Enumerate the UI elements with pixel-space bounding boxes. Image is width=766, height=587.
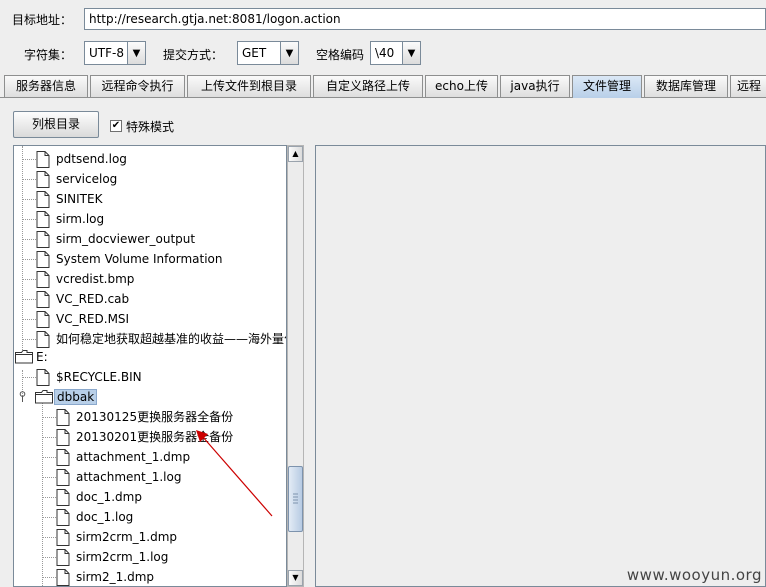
tab-remote[interactable]: 远程 [730, 75, 766, 97]
space-encoding-label: 空格编码 [316, 48, 365, 62]
file-icon [56, 469, 70, 486]
file-icon [56, 449, 70, 466]
url-input[interactable]: http://research.gtja.net:8081/logon.acti… [84, 8, 766, 30]
file-icon [56, 429, 70, 446]
tree-item-label: SINITEK [56, 192, 103, 206]
tree-item-label: 如何稳定地获取超越基准的收益——海外量化 [56, 332, 287, 346]
file-icon [36, 311, 50, 328]
file-icon [36, 231, 50, 248]
tree-item-label: sirm2crm_1.dmp [76, 530, 178, 544]
watermark: www.wooyun.org [626, 566, 762, 584]
space-encoding-select[interactable]: \40 ▼ [370, 41, 421, 65]
grip-icon [293, 493, 298, 504]
folder-icon [15, 350, 33, 364]
charset-value: UTF-8 [89, 46, 124, 60]
file-icon [56, 549, 70, 566]
special-mode-label: 特殊模式 [126, 120, 175, 134]
file-icon [56, 489, 70, 506]
tree-scrollbar[interactable]: ▲ ▼ [287, 145, 304, 587]
scroll-down-icon[interactable]: ▼ [288, 570, 303, 586]
method-select[interactable]: GET ▼ [237, 41, 299, 65]
file-icon [56, 529, 70, 546]
checkmark-icon: ✔ [111, 120, 121, 131]
tree-item[interactable]: 如何稳定地获取超越基准的收益——海外量化 [14, 329, 287, 349]
file-icon [36, 291, 50, 308]
tree-item-label: pdtsend.log [56, 152, 127, 166]
tree-item-label: sirm2_1.dmp [76, 570, 155, 584]
tree-item-label: dbbak [54, 389, 98, 405]
tree-item[interactable]: sirm2crm_1.dmp [14, 527, 286, 547]
chevron-down-icon[interactable]: ▼ [127, 42, 145, 64]
chevron-down-icon[interactable]: ▼ [402, 42, 420, 64]
file-tree[interactable]: pdtsend.log servicelog SINITEK sirm.log … [13, 145, 287, 587]
tree-item[interactable]: sirm2crm_1.log [14, 547, 286, 567]
tree-item-label: vcredist.bmp [56, 272, 135, 286]
tree-item-label: sirm.log [56, 212, 105, 226]
charset-label: 字符集： [24, 48, 73, 62]
tree-item[interactable]: VC_RED.MSI [14, 309, 286, 329]
tree-item-label: VC_RED.cab [56, 292, 130, 306]
tree-item[interactable]: VC_RED.cab [14, 289, 286, 309]
file-content-panel[interactable] [315, 145, 766, 587]
tree-item-label: doc_1.dmp [76, 490, 142, 504]
file-icon [36, 191, 50, 208]
tree-item[interactable]: vcredist.bmp [14, 269, 286, 289]
tab-java-exec[interactable]: java执行 [500, 75, 570, 97]
tree-folder-item-dbbak[interactable]: dbbak [14, 387, 286, 407]
tree-item[interactable]: $RECYCLE.BIN [14, 367, 286, 387]
file-icon [56, 409, 70, 426]
tree-item[interactable]: System Volume Information [14, 249, 286, 269]
tab-server-info[interactable]: 服务器信息 [4, 75, 88, 97]
file-icon [36, 251, 50, 268]
tree-item-label: sirm2crm_1.log [76, 550, 169, 564]
tree-item-label: doc_1.log [76, 510, 134, 524]
chevron-down-icon[interactable]: ▼ [280, 42, 298, 64]
file-icon [36, 151, 50, 168]
scroll-thumb[interactable] [288, 466, 303, 532]
method-value: GET [242, 46, 267, 60]
tree-item[interactable]: pdtsend.log [14, 149, 286, 169]
tree-item[interactable]: sirm.log [14, 209, 286, 229]
folder-icon [35, 390, 53, 404]
tab-upload-root[interactable]: 上传文件到根目录 [187, 75, 311, 97]
tree-item-label: servicelog [56, 172, 118, 186]
tree-drive-item[interactable]: E: [14, 347, 286, 367]
file-icon [56, 569, 70, 586]
list-root-button[interactable]: 列根目录 [13, 111, 99, 138]
tree-item-label: attachment_1.dmp [76, 450, 191, 464]
tab-bar: 服务器信息 远程命令执行 上传文件到根目录 自定义路径上传 echo上传 jav… [4, 75, 766, 98]
space-encoding-value: \40 [375, 46, 395, 60]
tab-database[interactable]: 数据库管理 [644, 75, 728, 97]
tree-item-label: attachment_1.log [76, 470, 182, 484]
url-label: 目标地址： [12, 13, 73, 27]
file-icon [36, 171, 50, 188]
tab-echo-upload[interactable]: echo上传 [425, 75, 498, 97]
tab-custom-upload[interactable]: 自定义路径上传 [313, 75, 423, 97]
tree-item-label: VC_RED.MSI [56, 312, 130, 326]
file-icon [36, 211, 50, 228]
file-icon [36, 331, 50, 348]
annotation-arrow-icon [196, 430, 273, 517]
file-icon [36, 369, 50, 386]
tree-item-label: System Volume Information [56, 252, 223, 266]
tree-item[interactable]: sirm2_1.dmp [14, 567, 286, 586]
scroll-up-icon[interactable]: ▲ [288, 146, 303, 162]
tree-item-label: E: [36, 350, 48, 364]
charset-select[interactable]: UTF-8 ▼ [84, 41, 146, 65]
tree-item-label: sirm_docviewer_output [56, 232, 196, 246]
tree-item-label: $RECYCLE.BIN [56, 370, 142, 384]
special-mode-checkbox[interactable]: ✔ [110, 120, 122, 132]
tab-remote-command[interactable]: 远程命令执行 [90, 75, 185, 97]
tree-item[interactable]: sirm_docviewer_output [14, 229, 286, 249]
tab-file-manager[interactable]: 文件管理 [572, 75, 642, 98]
tree-item[interactable]: SINITEK [14, 189, 286, 209]
file-icon [56, 509, 70, 526]
tree-item[interactable]: servicelog [14, 169, 286, 189]
file-icon [36, 271, 50, 288]
expand-handle-icon[interactable] [18, 391, 27, 402]
method-label: 提交方式： [163, 48, 224, 62]
